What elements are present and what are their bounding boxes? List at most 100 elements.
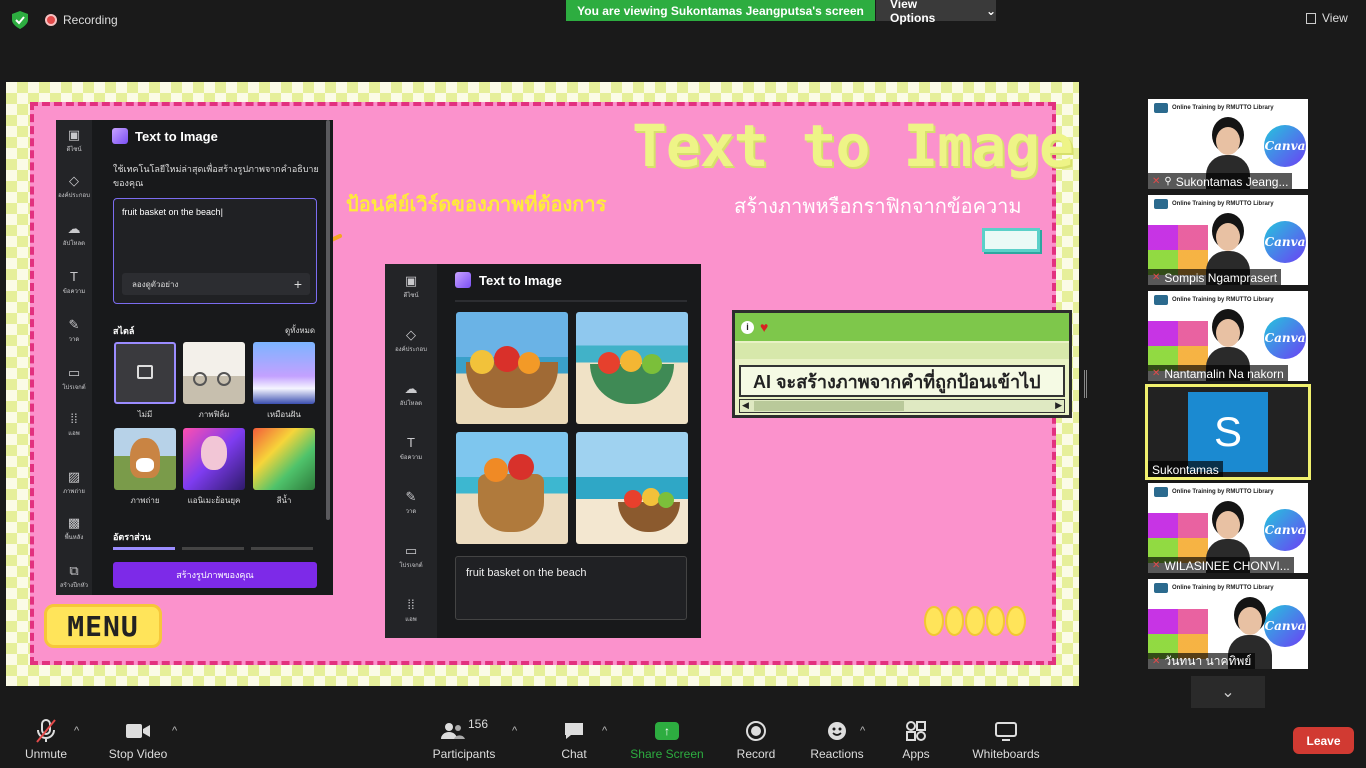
ratio-option[interactable] [251, 547, 313, 550]
upload-icon: ☁ [67, 221, 81, 236]
leave-button[interactable]: Leave [1293, 727, 1354, 754]
participants-icon [440, 723, 465, 739]
participant-tile[interactable]: Online Training by RMUTTO Library Canva … [1148, 99, 1308, 189]
rail-uploads[interactable]: ☁ อัปโหลด [385, 382, 437, 408]
meeting-toolbar: Unmute ^ Stop Video ^ 156 Participants ^… [0, 713, 1366, 768]
window-strip [735, 343, 1069, 359]
chevron-down-icon: ⌄ [985, 3, 996, 18]
window-titlebar: i ♥ [735, 313, 1069, 341]
style-dreamy-label: เหมือนฝัน [267, 410, 301, 419]
ratio-option[interactable] [182, 547, 244, 550]
unmute-button[interactable]: Unmute [20, 717, 72, 761]
style-photo[interactable] [114, 428, 176, 490]
style-watercolor[interactable] [253, 428, 315, 490]
rail-uploads[interactable]: ☁ อัปโหลด [56, 222, 92, 248]
rail-elements[interactable]: ◇ องค์ประกอบ [385, 328, 437, 354]
result-image[interactable] [576, 432, 688, 544]
recording-label: Recording [63, 13, 118, 27]
generate-image-button[interactable]: สร้างรูปภาพของคุณ [113, 562, 317, 588]
pin-icon: ⚲ [1164, 176, 1172, 187]
audio-options-caret[interactable]: ^ [74, 725, 79, 737]
rail-photos[interactable]: ▨ ภาพถ่าย [56, 470, 92, 496]
scroll-right-icon: ▶ [1055, 400, 1062, 410]
design-icon: ▣ [404, 273, 418, 288]
ratio-heading: อัตราส่วน [113, 532, 151, 542]
apps-button[interactable]: Apps [898, 717, 934, 761]
panel-title: Text to Image [455, 272, 562, 288]
prompt-box[interactable]: fruit basket on the beach [455, 556, 687, 620]
see-all-link[interactable]: ดูทั้งหมด [285, 324, 315, 337]
participants-button[interactable]: 156 Participants [428, 717, 500, 761]
rail-background[interactable]: ▩ พื้นหลัง [56, 516, 92, 542]
scroll-participants-down-button[interactable]: ⌄ [1191, 676, 1265, 708]
window-message: AI จะสร้างภาพจากคำที่ถูกป้อนเข้าไป [739, 365, 1065, 397]
rail-more[interactable]: ⧉ สร้างปีกหัว [56, 564, 92, 590]
chat-button[interactable]: Chat [556, 717, 592, 761]
reactions-button[interactable]: Reactions [808, 717, 866, 761]
whiteboards-button[interactable]: Whiteboards [968, 717, 1044, 761]
panel-scrollbar[interactable] [326, 120, 330, 520]
shield-icon[interactable] [12, 11, 28, 29]
text-icon: T [70, 269, 78, 284]
participant-tile[interactable]: Online Training by RMUTTO Library Canva … [1148, 195, 1308, 285]
mic-muted-icon [20, 717, 72, 745]
rail-design[interactable]: ▣ ดีไซน์ [56, 128, 92, 154]
style-none[interactable] [114, 342, 176, 404]
video-options-caret[interactable]: ^ [172, 725, 177, 737]
share-screen-button[interactable]: ↑ Share Screen [630, 717, 704, 761]
participant-tile[interactable]: Online Training by RMUTTO Library Canva … [1148, 291, 1308, 381]
elements-icon: ◇ [406, 327, 416, 342]
upload-icon: ☁ [404, 381, 418, 396]
window-scrollbar: ◀ ▶ [739, 399, 1065, 413]
rail-text[interactable]: T ข้อความ [56, 270, 92, 296]
view-options-label: View Options [890, 0, 936, 25]
participant-tile[interactable]: Online Training by RMUTTO Library Canva … [1148, 579, 1308, 669]
participant-name: ✕ Sompis Ngamprasert [1148, 269, 1282, 285]
split-handle[interactable] [1084, 370, 1087, 398]
record-button[interactable]: Record [734, 717, 778, 761]
participant-tile-active-speaker[interactable]: S Sukontamas [1145, 384, 1311, 480]
prompt-value: fruit basket on the beach [122, 207, 221, 217]
participant-tile[interactable]: Online Training by RMUTTO Library Canva … [1148, 483, 1308, 573]
rail-text[interactable]: T ข้อความ [385, 436, 437, 462]
recording-indicator[interactable]: Recording [45, 13, 118, 27]
result-image[interactable] [576, 312, 688, 424]
participant-name: Sukontamas [1148, 461, 1223, 477]
rail-apps[interactable]: ⁞⁞ แอพ [385, 598, 437, 624]
result-image[interactable] [456, 312, 568, 424]
rail-projects[interactable]: ▭ โปรเจกต์ [56, 366, 92, 392]
draw-icon: ✎ [68, 317, 80, 332]
ratio-option-selected[interactable] [113, 547, 175, 550]
style-none-label: ไม่มี [137, 410, 153, 419]
chevron-down-icon: ⌄ [1221, 684, 1235, 701]
style-film[interactable] [183, 342, 245, 404]
text-icon: T [407, 435, 415, 450]
chat-options-caret[interactable]: ^ [602, 725, 607, 737]
canva-text-to-image-panel: ▣ ดีไซน์ ◇ องค์ประกอบ ☁ อัปโหลด T ข้อความ ✎ ว… [56, 120, 333, 595]
style-dreamy[interactable] [253, 342, 315, 404]
style-watercolor-label: สีน้ำ [276, 496, 292, 505]
rail-draw[interactable]: ✎ วาด [385, 490, 437, 516]
rail-draw[interactable]: ✎ วาด [56, 318, 92, 344]
view-button[interactable]: View [1306, 11, 1348, 25]
view-options-button[interactable]: View Options ⌄ [876, 0, 996, 25]
stop-video-button[interactable]: Stop Video [104, 717, 172, 761]
rail-apps[interactable]: ⁞⁞ แอพ [56, 412, 92, 438]
participants-options-caret[interactable]: ^ [512, 725, 517, 737]
apps-grid-icon: ⁞⁞ [70, 411, 78, 426]
library-logo-icon [1154, 295, 1168, 305]
smiley-icon [808, 717, 866, 745]
scroll-thumb [754, 401, 904, 411]
view-label: View [1322, 11, 1348, 25]
try-example-button[interactable]: ลองดูตัวอย่าง + [122, 273, 310, 295]
reactions-options-caret[interactable]: ^ [860, 725, 865, 737]
rail-projects[interactable]: ▭ โปรเจกต์ [385, 544, 437, 570]
prompt-input[interactable]: fruit basket on the beach| ลองดูตัวอย่าง… [113, 198, 317, 304]
rail-elements[interactable]: ◇ องค์ประกอบ [56, 174, 92, 200]
grid-icon [1306, 12, 1316, 24]
whiteboard-icon [968, 717, 1044, 745]
background-icon: ▩ [67, 515, 81, 530]
style-retro-anime[interactable] [183, 428, 245, 490]
result-image[interactable] [456, 432, 568, 544]
rail-design[interactable]: ▣ ดีไซน์ [385, 274, 437, 300]
